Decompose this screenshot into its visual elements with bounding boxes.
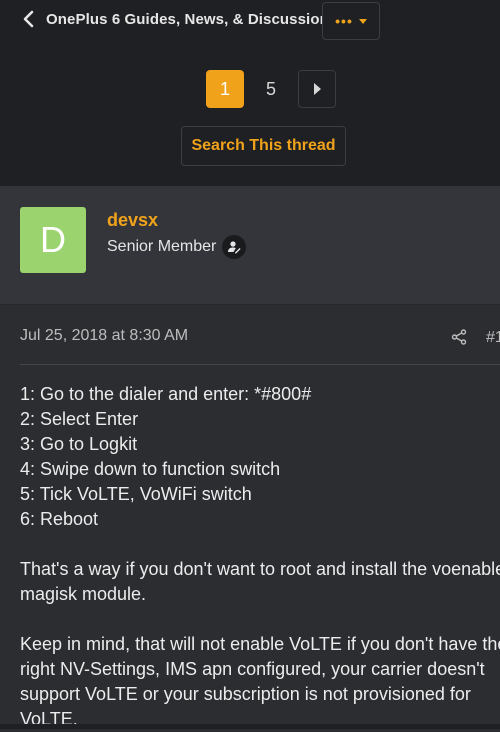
post-author: D devsx Senior Member: [0, 186, 500, 305]
page-last[interactable]: 5: [252, 70, 290, 108]
step-6: 6: Reboot: [20, 509, 99, 529]
post-body: 1: Go to the dialer and enter: *#800# 2:…: [20, 382, 500, 732]
chevron-right-icon: [314, 83, 321, 95]
step-3: 3: Go to Logkit: [20, 434, 138, 454]
page-current[interactable]: 1: [206, 70, 244, 108]
member-role: Senior Member: [107, 235, 247, 259]
chevron-down-icon: [358, 18, 367, 24]
post-date[interactable]: Jul 25, 2018 at 8:30 AM: [20, 327, 188, 345]
user-edit-icon: [222, 235, 247, 259]
avatar[interactable]: D: [20, 207, 86, 273]
step-1: 1: Go to the dialer and enter: *#800#: [20, 384, 312, 404]
top-bar: OnePlus 6 Guides, News, & Discussion •••…: [0, 0, 500, 186]
share-icon[interactable]: [451, 329, 467, 345]
breadcrumb-label: OnePlus 6 Guides, News, & Discussion: [46, 10, 329, 28]
post-meta: Jul 25, 2018 at 8:30 AM #1: [20, 304, 500, 365]
page-next-button[interactable]: [298, 70, 336, 108]
step-4: 4: Swipe down to function switch: [20, 459, 281, 479]
post-paragraph-1: That's a way if you don't want to root a…: [20, 559, 500, 604]
breadcrumb[interactable]: OnePlus 6 Guides, News, & Discussion: [22, 10, 329, 28]
bottom-strip: [0, 724, 500, 729]
more-dots-icon: •••: [335, 13, 353, 29]
chevron-left-icon: [23, 10, 34, 28]
search-thread-button[interactable]: Search This thread: [181, 126, 346, 166]
step-2: 2: Select Enter: [20, 409, 139, 429]
post-paragraph-2: Keep in mind, that will not enable VoLTE…: [20, 634, 500, 729]
step-5: 5: Tick VoLTE, VoWiFi switch: [20, 484, 252, 504]
pagination: 1 5: [206, 70, 336, 108]
username[interactable]: devsx: [107, 210, 158, 231]
post-number[interactable]: #1: [486, 329, 500, 347]
role-label: Senior Member: [107, 238, 217, 255]
more-options-button[interactable]: •••: [322, 2, 380, 40]
